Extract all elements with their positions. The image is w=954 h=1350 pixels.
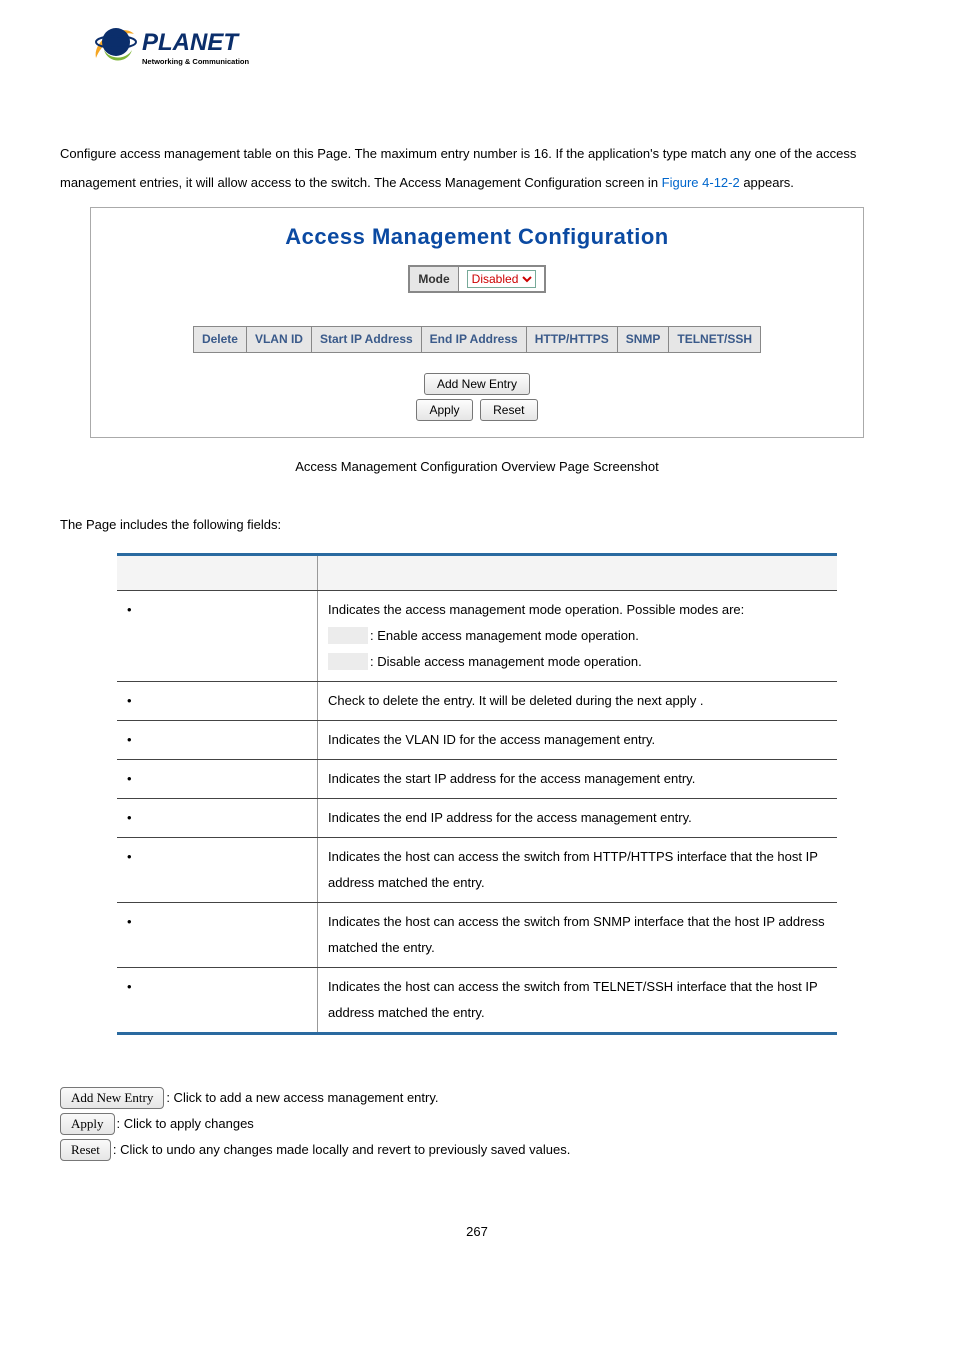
logo: PLANET Networking & Communication (90, 20, 894, 80)
enabled-label (328, 627, 368, 644)
bullet-icon: • (127, 914, 132, 929)
mode-label: Mode (410, 267, 458, 292)
table-row: • Indicates the VLAN ID for the access m… (117, 720, 837, 759)
bullet-icon: • (127, 979, 132, 994)
table-cell-desc: Indicates the access management mode ope… (318, 590, 838, 681)
intro-paragraph: Configure access management table on thi… (60, 140, 894, 197)
apply-desc-button[interactable]: Apply (60, 1113, 115, 1135)
table-row: • Indicates the end IP address for the a… (117, 798, 837, 837)
bullet-icon: • (127, 602, 132, 617)
page-number: 267 (60, 1223, 894, 1241)
screenshot-caption: Access Management Configuration Overview… (60, 458, 894, 476)
button-description-row: Apply: Click to apply changes (60, 1111, 894, 1137)
col-delete: Delete (193, 327, 246, 353)
bullet-icon: • (127, 693, 132, 708)
bullet-icon: • (127, 771, 132, 786)
reset-button[interactable]: Reset (480, 399, 537, 421)
col-telnet-ssh: TELNET/SSH (669, 327, 761, 353)
table-row: • Check to delete the entry. It will be … (117, 681, 837, 720)
intro-text-after: appears. (740, 175, 794, 190)
add-new-entry-desc-button[interactable]: Add New Entry (60, 1087, 164, 1109)
reset-desc-button[interactable]: Reset (60, 1139, 111, 1161)
button-description-row: Add New Entry: Click to add a new access… (60, 1085, 894, 1111)
table-row: • Indicates the host can access the swit… (117, 967, 837, 1033)
table-header-row (117, 554, 837, 590)
col-http-https: HTTP/HTTPS (526, 327, 617, 353)
disabled-label (328, 653, 368, 670)
mode-row: Mode Disabled (408, 265, 545, 293)
add-new-entry-button[interactable]: Add New Entry (424, 373, 530, 395)
col-end-ip: End IP Address (421, 327, 526, 353)
apply-button[interactable]: Apply (416, 399, 472, 421)
col-start-ip: Start IP Address (311, 327, 421, 353)
table-row: • Indicates the host can access the swit… (117, 902, 837, 967)
fields-table: • Indicates the access management mode o… (117, 553, 837, 1035)
column-headers: Delete VLAN ID Start IP Address End IP A… (193, 326, 761, 353)
planet-logo-icon: PLANET Networking & Communication (90, 20, 260, 75)
mode-select-cell: Disabled (458, 267, 544, 292)
fields-intro: The Page includes the following fields: (60, 516, 894, 534)
button-description-row: Reset: Click to undo any changes made lo… (60, 1137, 894, 1163)
table-row: • Indicates the host can access the swit… (117, 837, 837, 902)
table-row: • Indicates the start IP address for the… (117, 759, 837, 798)
figure-link[interactable]: Figure 4-12-2 (662, 175, 740, 190)
bullet-icon: • (127, 849, 132, 864)
svg-text:Networking & Communication: Networking & Communication (142, 57, 250, 66)
bullet-icon: • (127, 732, 132, 747)
config-title: Access Management Configuration (105, 222, 849, 253)
svg-text:PLANET: PLANET (142, 29, 240, 56)
mode-select[interactable]: Disabled (467, 270, 536, 288)
col-snmp: SNMP (617, 327, 669, 353)
config-screenshot: Access Management Configuration Mode Dis… (90, 207, 864, 438)
col-vlan-id: VLAN ID (246, 327, 311, 353)
bullet-icon: • (127, 810, 132, 825)
table-row: • Indicates the access management mode o… (117, 590, 837, 681)
